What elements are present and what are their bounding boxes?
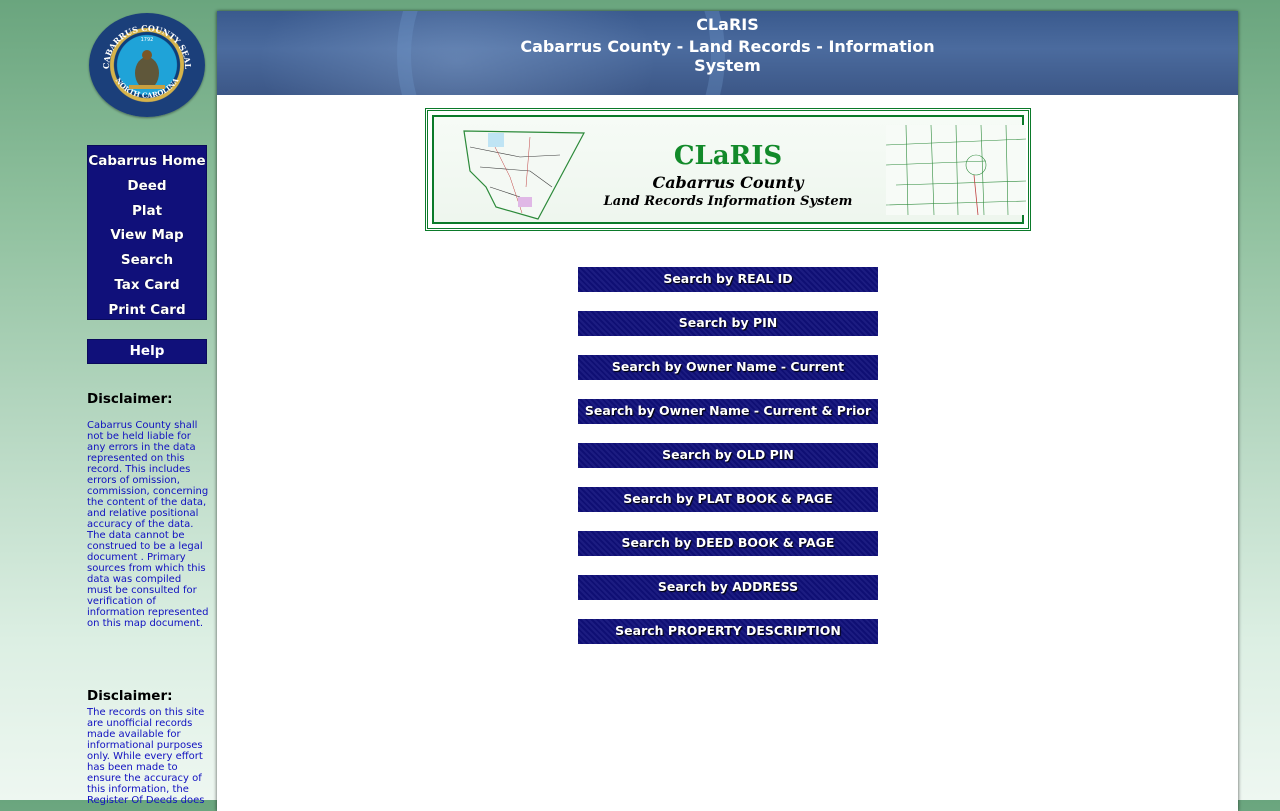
sidebar-nav: Cabarrus Home Deed Plat View Map Search … bbox=[87, 145, 207, 320]
search-old-pin-button[interactable]: Search by OLD PIN bbox=[578, 443, 878, 468]
disclaimer-title-2: Disclaimer: bbox=[87, 688, 173, 704]
plat-map-icon bbox=[886, 125, 1026, 215]
search-real-id-button[interactable]: Search by REAL ID bbox=[578, 267, 878, 292]
search-owner-current-button[interactable]: Search by Owner Name - Current bbox=[578, 355, 878, 380]
page-header: CLaRIS Cabarrus County - Land Records - … bbox=[217, 11, 1238, 95]
page-title: CLaRIS bbox=[696, 15, 759, 34]
nav-cabarrus-home[interactable]: Cabarrus Home bbox=[88, 149, 206, 174]
banner-inner: CLaRIS Cabarrus County Land Records Info… bbox=[432, 115, 1026, 224]
nav-search[interactable]: Search bbox=[88, 248, 206, 273]
page-subtitle-line1: Cabarrus County - Land Records - Informa… bbox=[520, 37, 935, 56]
nav-view-map[interactable]: View Map bbox=[88, 223, 206, 248]
search-plat-book-button[interactable]: Search by PLAT BOOK & PAGE bbox=[578, 487, 878, 512]
nav-print-card[interactable]: Print Card bbox=[88, 298, 206, 323]
nav-deed[interactable]: Deed bbox=[88, 174, 206, 199]
seal-year: 1792 bbox=[141, 37, 154, 43]
disclaimer-title-1: Disclaimer: bbox=[87, 391, 173, 407]
help-button[interactable]: Help bbox=[87, 339, 207, 364]
search-owner-current-prior-button[interactable]: Search by Owner Name - Current & Prior bbox=[578, 399, 878, 424]
page-subtitle-line2: System bbox=[694, 56, 761, 75]
search-deed-book-button[interactable]: Search by DEED BOOK & PAGE bbox=[578, 531, 878, 556]
disclaimer-text-1: Cabarrus County shall not be held liable… bbox=[87, 420, 209, 629]
search-property-description-button[interactable]: Search PROPERTY DESCRIPTION bbox=[578, 619, 878, 644]
search-address-button[interactable]: Search by ADDRESS bbox=[578, 575, 878, 600]
county-seal-logo: CABARRUS COUNTY SEAL NORTH CAROLINA 1792 bbox=[89, 13, 205, 117]
nav-tax-card[interactable]: Tax Card bbox=[88, 273, 206, 298]
search-pin-button[interactable]: Search by PIN bbox=[578, 311, 878, 336]
claris-banner: CLaRIS Cabarrus County Land Records Info… bbox=[425, 108, 1031, 231]
main-panel: CLaRIS Cabarrus County - Land Records - … bbox=[217, 11, 1238, 811]
disclaimer-text-2: The records on this site are unofficial … bbox=[87, 707, 205, 806]
nav-plat[interactable]: Plat bbox=[88, 199, 206, 224]
